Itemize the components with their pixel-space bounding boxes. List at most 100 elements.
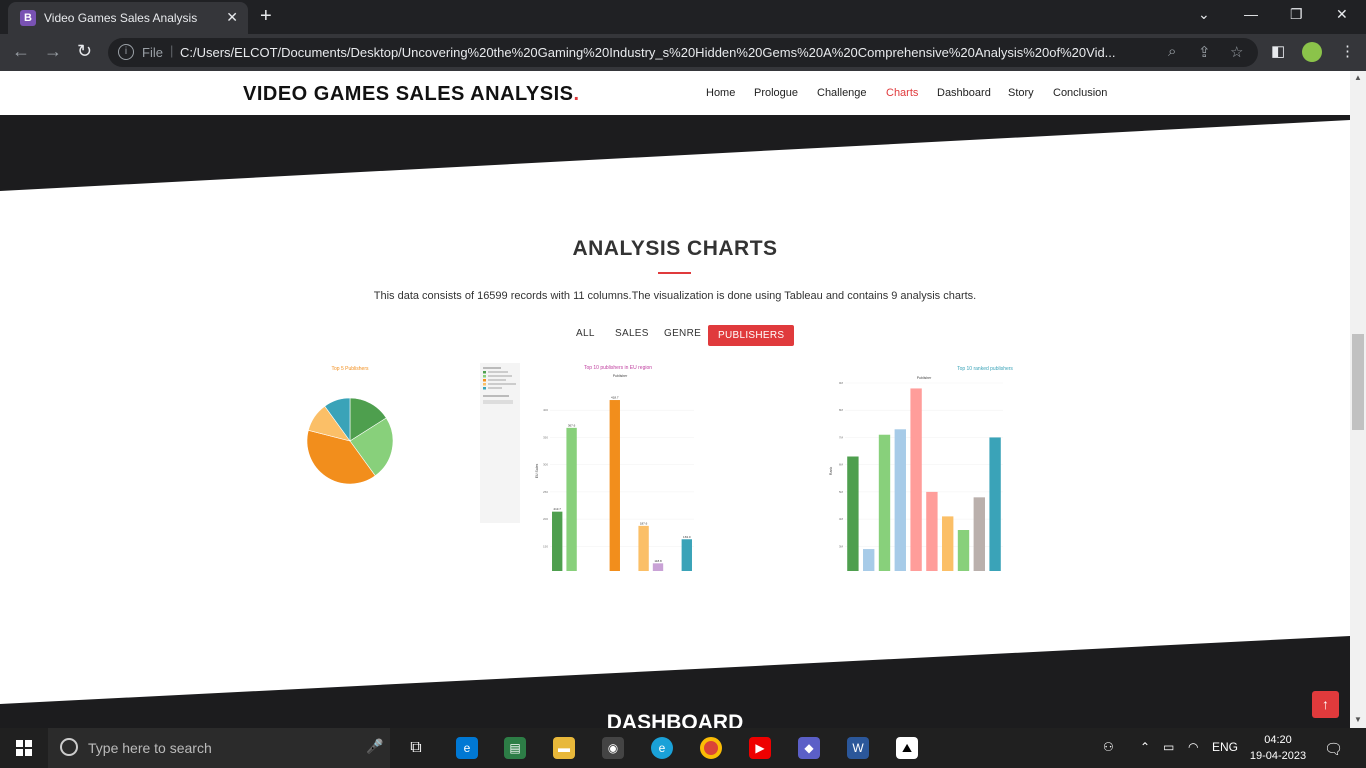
nav-prologue[interactable]: Prologue [754, 87, 798, 99]
y-tick-label: 200 [543, 517, 548, 521]
notification-icon[interactable]: 🗨 [1324, 740, 1343, 758]
filter-publishers[interactable]: PUBLISHERS [708, 325, 795, 346]
bar[interactable] [957, 530, 970, 571]
y-tick-label: 150 [543, 544, 548, 548]
bar-chart-ranked-publishers[interactable]: Top 10 ranked publishers Publisher Rank … [825, 361, 1025, 571]
camera-icon[interactable]: ◉ [602, 737, 624, 759]
scroll-down-icon[interactable]: ▼ [1354, 715, 1362, 724]
edge-legacy-icon[interactable]: e [456, 737, 478, 759]
rank-chart-ylabel: Rank [829, 467, 833, 475]
taskbar-clock[interactable]: 04:20 19-04-2023 [1248, 732, 1308, 764]
photos-icon[interactable]: ⛰ [896, 737, 918, 759]
clock-time: 04:20 [1264, 734, 1292, 746]
y-tick-label: 8M [839, 408, 844, 412]
address-prefix: File [142, 45, 163, 60]
page-scrollbar[interactable]: ▲ ▼ [1350, 71, 1366, 728]
legend-heading-line [483, 367, 501, 369]
bar[interactable] [681, 539, 692, 571]
share-icon[interactable]: ⇪ [1198, 43, 1211, 61]
forward-arrow-icon[interactable]: → [44, 41, 62, 62]
bar[interactable] [566, 427, 577, 571]
scroll-up-icon[interactable]: ▲ [1354, 73, 1362, 82]
nav-story[interactable]: Story [1008, 87, 1034, 99]
window-close-icon[interactable]: ✕ [1336, 6, 1348, 23]
browser-tab[interactable]: B Video Games Sales Analysis ✕ [8, 2, 248, 34]
profile-avatar-icon[interactable] [1302, 42, 1322, 62]
wifi-icon[interactable]: ◠ [1188, 740, 1198, 754]
legend-swatch [483, 387, 486, 390]
legend-swatch [483, 371, 486, 374]
menu-kebab-icon[interactable]: ⋮ [1340, 42, 1355, 60]
bar[interactable] [910, 388, 922, 571]
bar-chart-eu-publishers[interactable]: Top 10 publishers in EU region Publisher… [478, 361, 700, 571]
edge-icon[interactable]: e [651, 737, 673, 759]
nav-charts[interactable]: Charts [886, 87, 918, 99]
tray-chevron-up-icon[interactable]: ⌃ [1140, 740, 1150, 754]
nav-conclusion[interactable]: Conclusion [1053, 87, 1107, 99]
bar[interactable] [989, 437, 1001, 571]
nav-challenge[interactable]: Challenge [817, 87, 867, 99]
bar[interactable] [894, 429, 906, 571]
bar[interactable] [863, 549, 875, 571]
copilot-app-icon[interactable]: ◆ [798, 737, 820, 759]
scrollbar-thumb[interactable] [1352, 334, 1364, 430]
reload-icon[interactable]: ↻ [77, 41, 92, 62]
legend-line [488, 371, 508, 373]
search-placeholder: Type here to search [88, 740, 212, 756]
bar[interactable] [926, 491, 938, 571]
title-underline [658, 272, 691, 274]
address-bar[interactable]: i File | C:/Users/ELCOT/Documents/Deskto… [108, 38, 1258, 67]
new-tab-icon[interactable]: + [260, 6, 272, 26]
y-tick-label: 350 [543, 435, 548, 439]
rank-chart-xlabel: Publisher [917, 376, 932, 380]
filter-genre[interactable]: GENRE [664, 328, 701, 339]
clock-date: 19-04-2023 [1249, 750, 1307, 762]
battery-icon[interactable]: ▭ [1163, 740, 1174, 754]
zoom-search-icon[interactable]: ⌕ [1168, 43, 1176, 60]
bookmark-star-icon[interactable]: ☆ [1230, 43, 1243, 61]
bar[interactable] [638, 525, 649, 571]
y-tick-label: 300 [543, 463, 548, 467]
people-icon[interactable]: ⚇ [1103, 740, 1114, 754]
tab-search-chevron-icon[interactable]: ⌄ [1198, 6, 1210, 23]
url-text[interactable]: C:/Users/ELCOT/Documents/Desktop/Uncover… [180, 45, 1160, 60]
bar[interactable] [609, 400, 620, 571]
language-indicator[interactable]: ENG [1212, 740, 1238, 754]
close-tab-icon[interactable]: ✕ [226, 9, 238, 26]
filter-all[interactable]: ALL [576, 328, 595, 339]
youtube-icon[interactable]: ▶ [749, 737, 771, 759]
store-icon[interactable]: ▤ [504, 737, 526, 759]
filter-range-slider[interactable] [483, 400, 513, 404]
windows-start-icon[interactable] [16, 740, 32, 756]
legend-line [488, 383, 516, 385]
pie-chart-top-publishers[interactable]: Top 5 Publishers [290, 361, 420, 501]
bar[interactable] [942, 516, 954, 571]
task-view-icon[interactable]: ⧉ [405, 737, 427, 759]
bar[interactable] [973, 497, 985, 571]
filter-heading-line [483, 395, 509, 397]
bar-value-label: 163.0 [683, 535, 691, 539]
taskbar-search-box[interactable]: Type here to search 🎤 [48, 728, 390, 768]
y-tick-label: 400 [543, 408, 548, 412]
bar-value-label: 367.6 [568, 423, 576, 427]
tab-title: Video Games Sales Analysis [44, 11, 198, 25]
microphone-icon[interactable]: 🎤 [366, 738, 383, 755]
nav-home[interactable]: Home [706, 87, 735, 99]
file-explorer-icon[interactable]: ▬ [553, 737, 575, 759]
side-panel-icon[interactable]: ◧ [1271, 42, 1285, 60]
bar[interactable] [847, 456, 859, 572]
back-arrow-icon[interactable]: ← [12, 41, 30, 62]
bar[interactable] [552, 511, 563, 571]
chrome-icon[interactable] [700, 737, 722, 759]
nav-dashboard[interactable]: Dashboard [937, 87, 991, 99]
filter-sales[interactable]: SALES [615, 328, 649, 339]
info-icon[interactable]: i [118, 44, 134, 60]
bar[interactable] [878, 434, 891, 571]
restore-icon[interactable]: ❐ [1290, 6, 1303, 23]
word-icon[interactable]: W [847, 737, 869, 759]
scroll-to-top-button[interactable]: ↑ [1312, 691, 1339, 718]
minimize-icon[interactable]: — [1244, 6, 1258, 22]
site-logo[interactable]: VIDEO GAMES SALES ANALYSIS. [243, 83, 580, 106]
bar-value-label: 418.7 [611, 396, 619, 400]
bar[interactable] [652, 563, 664, 571]
